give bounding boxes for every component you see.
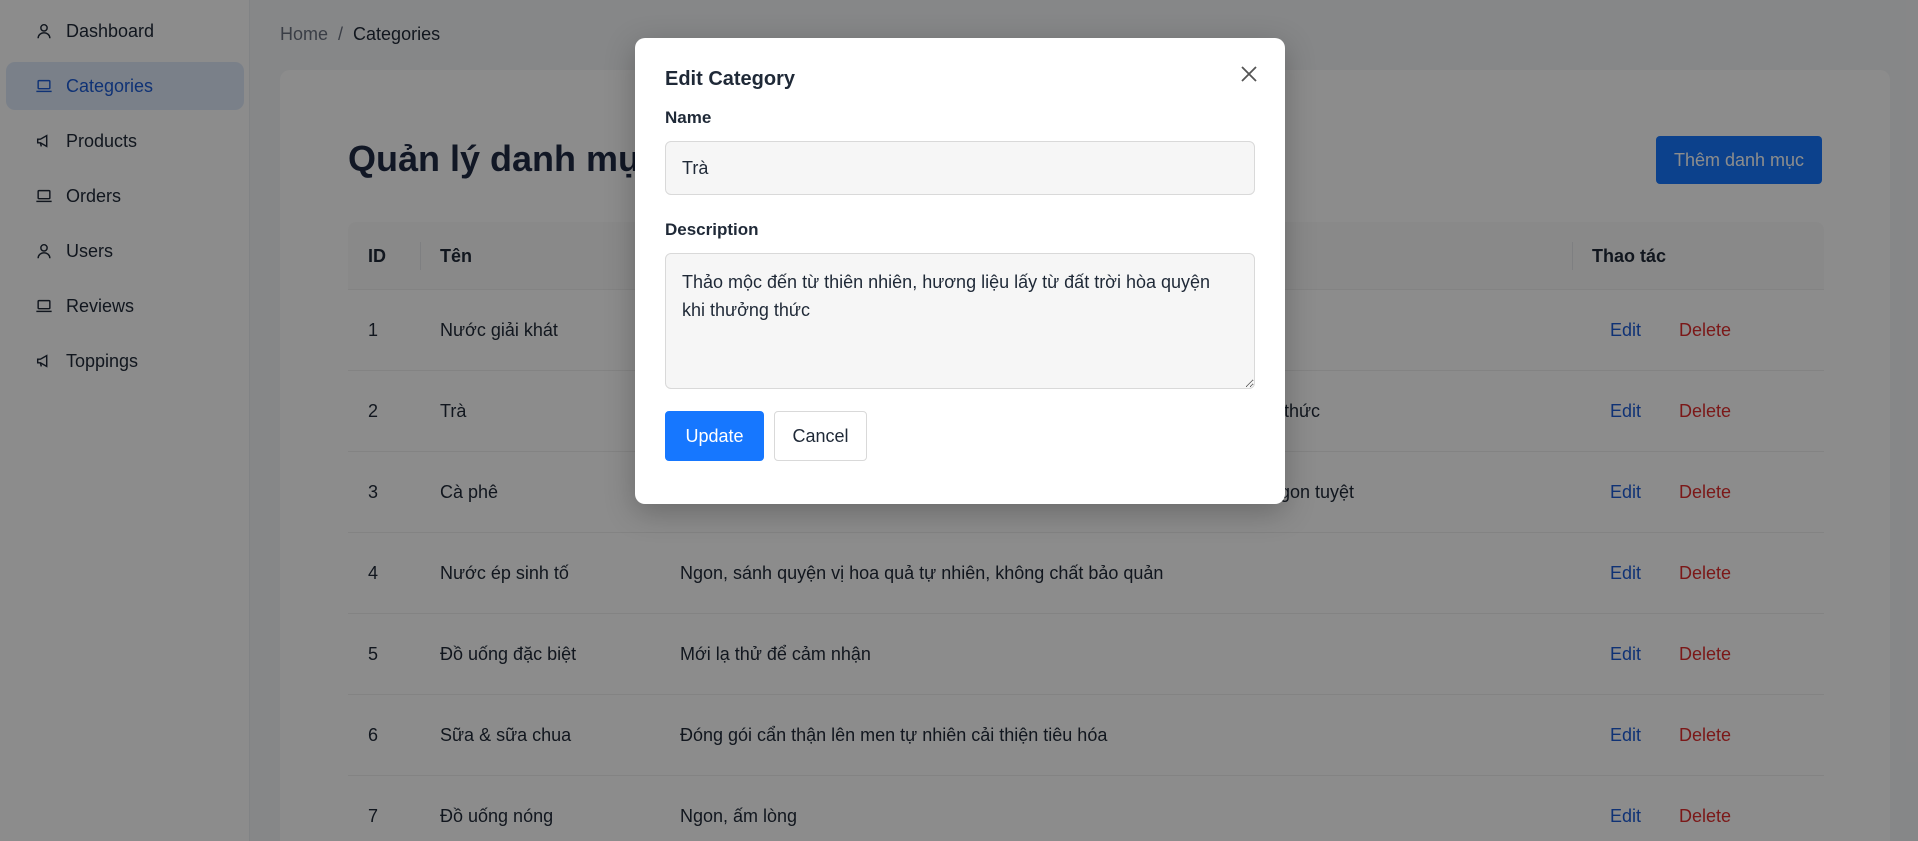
description-label: Description — [665, 220, 759, 239]
edit-category-modal: Edit Category Name Description Thảo mộc … — [635, 38, 1285, 504]
cancel-button[interactable]: Cancel — [774, 411, 867, 461]
name-input[interactable] — [665, 141, 1255, 195]
close-icon[interactable] — [1235, 60, 1263, 88]
name-label: Name — [665, 108, 712, 127]
modal-title: Edit Category — [665, 68, 796, 90]
update-button[interactable]: Update — [665, 411, 764, 461]
description-textarea[interactable]: Thảo mộc đến từ thiên nhiên, hương liệu … — [665, 253, 1255, 389]
